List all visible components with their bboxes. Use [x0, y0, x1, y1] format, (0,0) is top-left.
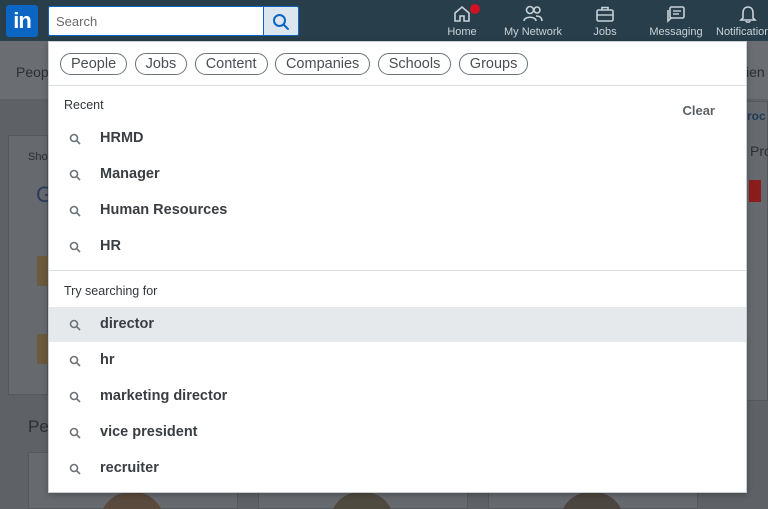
- clear-recent-button[interactable]: Clear: [682, 103, 715, 118]
- linkedin-logo[interactable]: in: [6, 5, 38, 37]
- nav-my-network[interactable]: My Network: [501, 4, 565, 40]
- recent-item-label: Manager: [100, 166, 160, 182]
- background-section-heading: Pe: [28, 417, 49, 436]
- bell-icon: [739, 6, 757, 23]
- notification-badge: [469, 3, 481, 15]
- recent-item[interactable]: Manager: [49, 157, 746, 192]
- suggestion-item-label: director: [100, 316, 154, 332]
- search-icon: [69, 319, 81, 331]
- nav-jobs[interactable]: Jobs: [589, 4, 621, 40]
- try-searching-title: Try searching for: [64, 284, 158, 298]
- top-nav-bar: in Search Home My Network Jobs Messaging…: [0, 0, 768, 41]
- recent-item[interactable]: Human Resources: [49, 193, 746, 228]
- search-icon: [69, 391, 81, 403]
- filter-jobs[interactable]: Jobs: [134, 53, 188, 75]
- suggestion-item-label: recruiter: [100, 460, 159, 476]
- suggestion-item[interactable]: recruiter: [49, 451, 746, 486]
- background-thumb-1: [37, 256, 48, 286]
- suggestion-item[interactable]: vice president: [49, 415, 746, 450]
- nav-notifications-label: Notifications: [716, 26, 768, 38]
- filter-companies[interactable]: Companies: [274, 53, 371, 75]
- filter-people[interactable]: People: [60, 53, 128, 75]
- recent-item[interactable]: HRMD: [49, 121, 746, 156]
- nav-messaging[interactable]: Messaging: [646, 4, 706, 40]
- nav-notifications[interactable]: Notifications: [714, 4, 768, 40]
- nav-my-network-label: My Network: [503, 26, 563, 38]
- filter-schools[interactable]: Schools: [377, 53, 452, 75]
- recent-section-title: Recent: [64, 98, 104, 112]
- filter-groups[interactable]: Groups: [458, 53, 529, 75]
- suggestion-item-label: hr: [100, 352, 115, 368]
- background-tab-people: Peop: [16, 64, 49, 80]
- nav-messaging-label: Messaging: [649, 26, 703, 38]
- nav-home-label: Home: [447, 26, 477, 38]
- search-filter-pills: People Jobs Content Companies Schools Gr…: [49, 42, 746, 86]
- recent-item-label: Human Resources: [100, 202, 228, 218]
- background-red-block: [749, 180, 761, 202]
- background-right-heading: Pro: [750, 143, 768, 159]
- search-icon: [69, 133, 81, 145]
- suggestion-item[interactable]: marketing director: [49, 379, 746, 414]
- background-tab-right: ien: [746, 64, 765, 80]
- background-thumb-2: [37, 334, 48, 364]
- suggestion-item-label: marketing director: [100, 388, 228, 404]
- search-button[interactable]: [264, 6, 299, 36]
- search-icon: [69, 241, 81, 253]
- search-icon: [69, 169, 81, 181]
- search-icon: [69, 355, 81, 367]
- messaging-icon: [667, 6, 685, 23]
- recent-item-label: HRMD: [100, 130, 144, 146]
- network-icon: [523, 5, 543, 22]
- background-right-link: roc: [747, 109, 766, 123]
- nav-jobs-label: Jobs: [593, 26, 617, 38]
- suggestion-item[interactable]: hr: [49, 343, 746, 378]
- nav-home[interactable]: Home: [446, 3, 481, 40]
- search-icon: [69, 463, 81, 475]
- search-input[interactable]: Search: [48, 6, 264, 36]
- background-card-caption: Sho: [28, 151, 48, 163]
- search-dropdown: People Jobs Content Companies Schools Gr…: [48, 41, 747, 493]
- suggestion-item-label: vice president: [100, 424, 198, 440]
- briefcase-icon: [596, 6, 614, 22]
- search-icon: [69, 427, 81, 439]
- section-divider: [49, 270, 746, 271]
- filter-content[interactable]: Content: [194, 53, 268, 75]
- recent-item-label: HR: [100, 238, 121, 254]
- suggestion-item-active[interactable]: director: [49, 307, 746, 342]
- recent-item[interactable]: HR: [49, 229, 746, 264]
- search-icon: [273, 14, 289, 30]
- search-icon: [69, 205, 81, 217]
